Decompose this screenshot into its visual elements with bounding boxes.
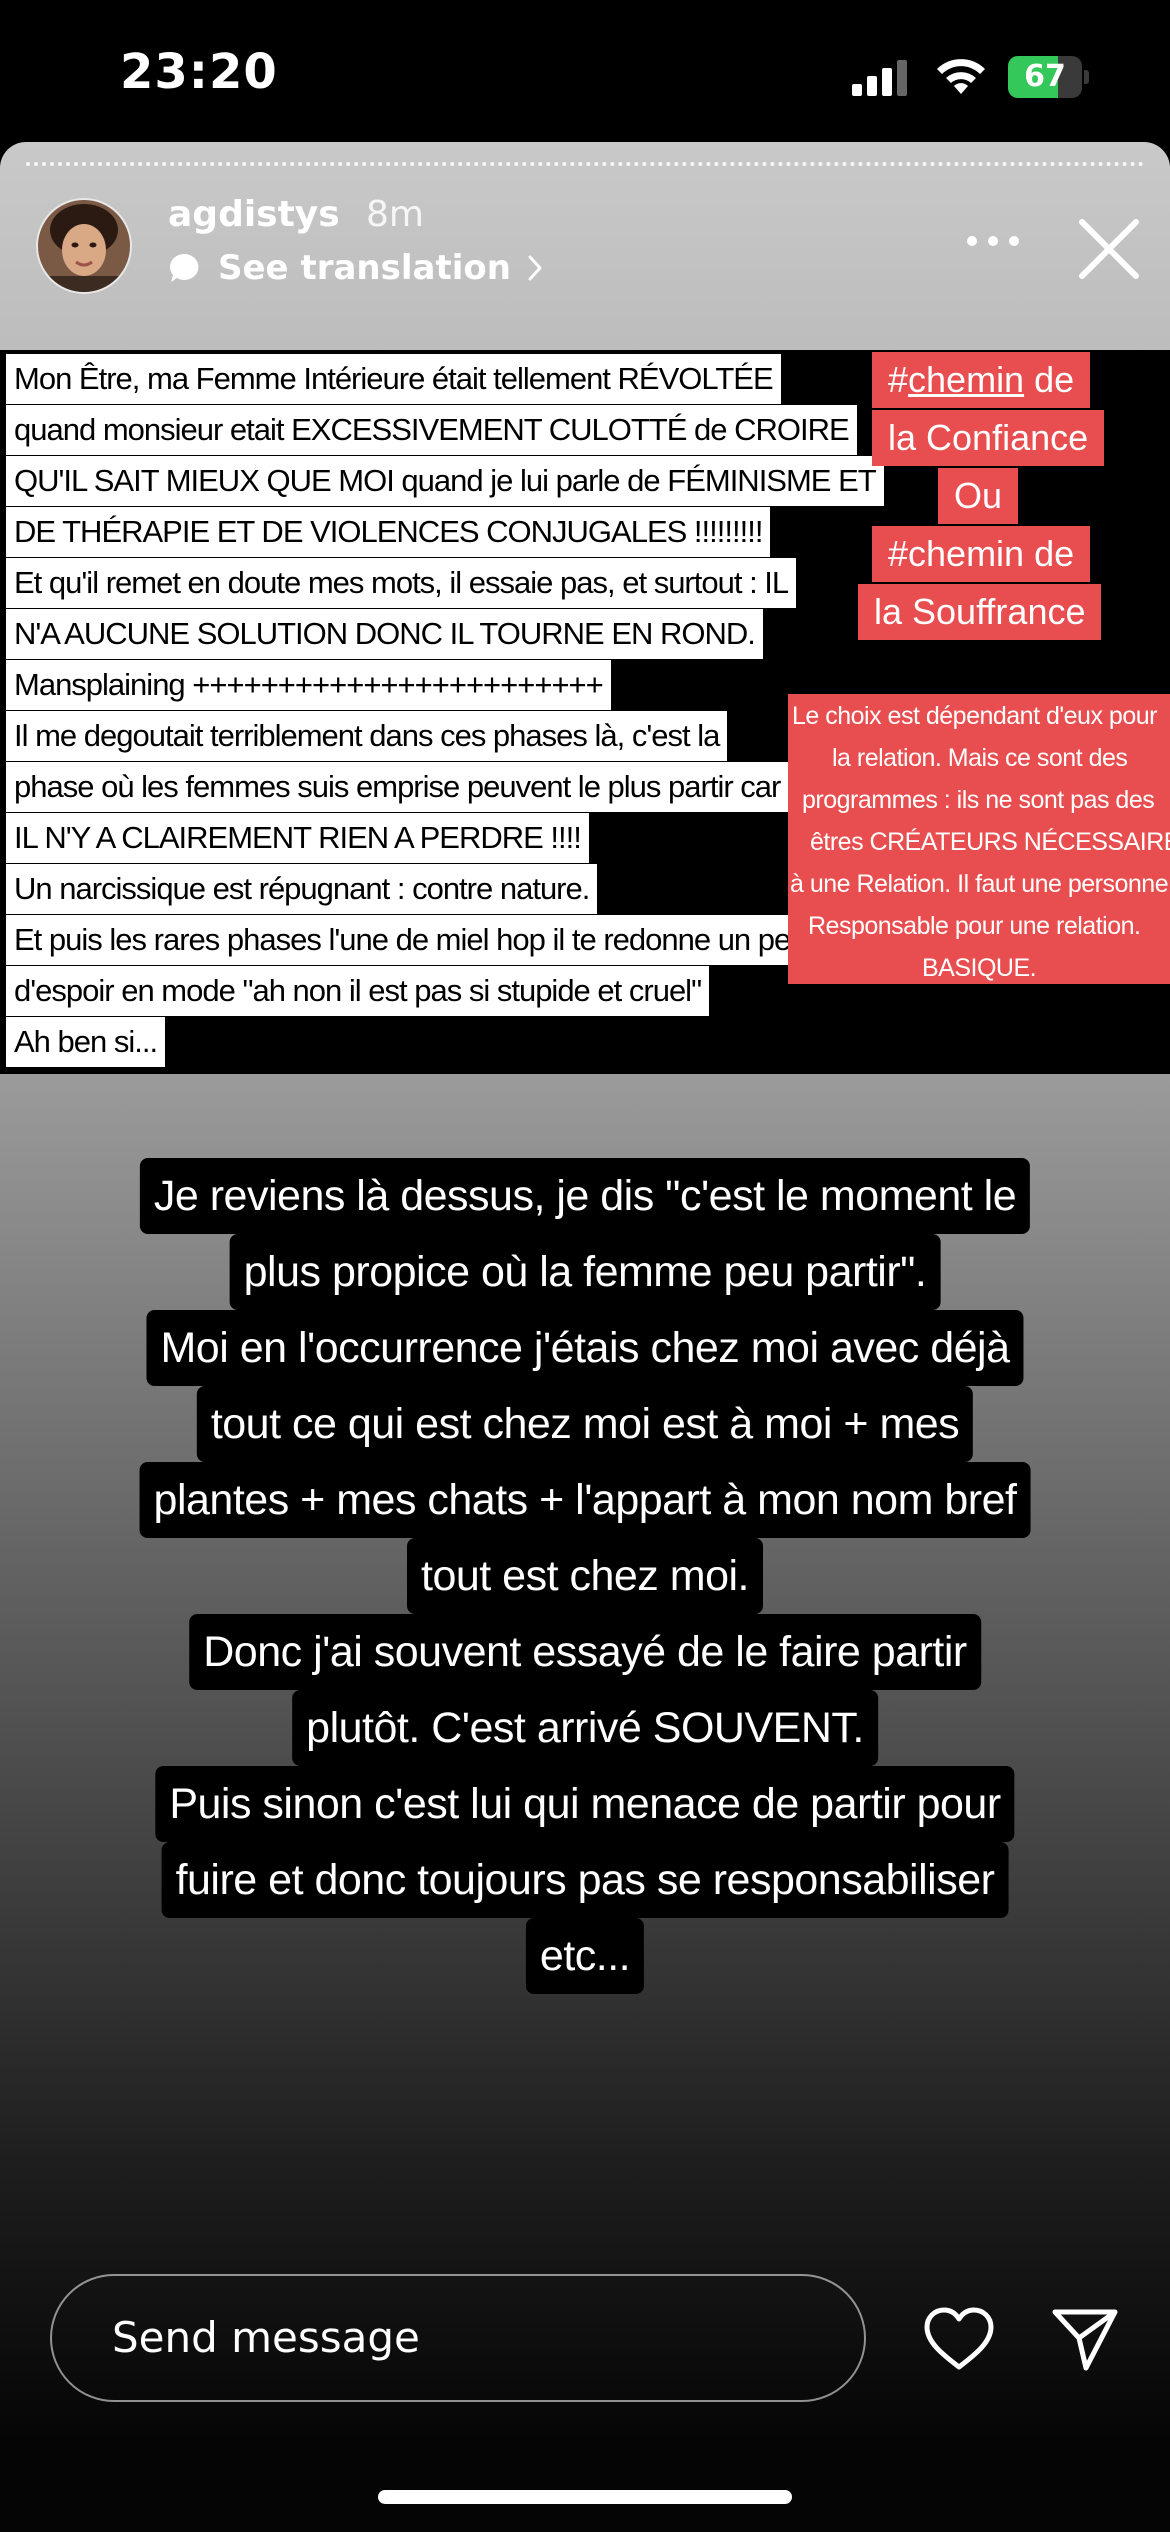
red-note-line: programmes : ils ne sont pas des: [802, 786, 1155, 814]
note-line: DE THÉRAPIE ET DE VIOLENCES CONJUGALES !…: [6, 507, 771, 557]
red-note-line: Responsable pour une relation.: [808, 912, 1141, 940]
chevron-right-icon: [528, 255, 542, 281]
caption-line: plantes + mes chats + l'appart à mon nom…: [139, 1462, 1031, 1538]
caption-line: Donc j'ai souvent essayé de le faire par…: [189, 1614, 981, 1690]
hashtag-line: #chemin de: [872, 526, 1091, 582]
caption-line: Moi en l'occurrence j'étais chez moi ave…: [146, 1310, 1024, 1386]
caption-line: Je reviens là dessus, je dis "c'est le m…: [139, 1158, 1031, 1234]
username[interactable]: agdistys: [168, 194, 340, 235]
story-viewer[interactable]: agdistys 8m See translation Mon Être, ma…: [0, 142, 1170, 2532]
hashtag-line: Ou: [938, 468, 1019, 524]
note-line: d'espoir en mode "ah non il est pas si s…: [6, 966, 710, 1016]
story-image: Mon Être, ma Femme Intérieure était tell…: [0, 350, 1170, 1074]
send-icon[interactable]: [1050, 2304, 1120, 2374]
hashtag-line: la Souffrance: [858, 584, 1102, 640]
story-progress-bar: [26, 162, 1144, 166]
see-translation-button[interactable]: See translation: [168, 246, 545, 290]
caption-line: tout est chez moi.: [407, 1538, 763, 1614]
red-note-line: êtres CRÉATEURS NÉCESSAIRE: [810, 828, 1170, 856]
note-line: Et qu'il remet en doute mes mots, il ess…: [6, 558, 797, 608]
red-note-box: Le choix est dépendant d'eux pour la rel…: [788, 694, 1170, 984]
note-line: IL N'Y A CLAIREMENT RIEN A PERDRE !!!!: [6, 813, 589, 863]
speech-bubble-icon: [170, 253, 199, 282]
note-line: Il me degoutait terriblement dans ces ph…: [6, 711, 728, 761]
caption-line: tout ce qui est chez moi est à moi + mes: [196, 1386, 974, 1462]
home-indicator: [378, 2490, 792, 2504]
send-message-input[interactable]: Send message: [50, 2274, 866, 2402]
note-line: Ah ben si...: [6, 1017, 166, 1067]
hashtag-line: #chemin de: [872, 352, 1091, 408]
red-note-line: la relation. Mais ce sont des: [832, 744, 1128, 772]
caption-line: etc...: [525, 1918, 645, 1994]
note-line: quand monsieur etait EXCESSIVEMENT CULOT…: [6, 405, 857, 455]
note-line: Un narcissique est répugnant : contre na…: [6, 864, 598, 914]
heart-icon[interactable]: [922, 2306, 996, 2372]
avatar[interactable]: [36, 198, 132, 294]
note-line: Mon Être, ma Femme Intérieure était tell…: [6, 354, 781, 404]
caption-line: Puis sinon c'est lui qui menace de parti…: [155, 1766, 1015, 1842]
note-line: QU'IL SAIT MIEUX QUE MOI quand je lui pa…: [6, 456, 884, 506]
note-line: phase où les femmes suis emprise peuvent…: [6, 762, 789, 812]
status-time: 23:20: [120, 44, 278, 100]
red-note-line: à une Relation. Il faut une personne: [790, 870, 1169, 898]
caption-line: plutôt. C'est arrivé SOUVENT.: [292, 1690, 878, 1766]
more-icon[interactable]: [960, 224, 1026, 258]
wifi-icon: [937, 59, 985, 94]
battery-icon: 67: [1008, 56, 1090, 98]
note-line: N'A AUCUNE SOLUTION DONC IL TOURNE EN RO…: [6, 609, 763, 659]
signal-icon: [852, 60, 907, 96]
story-timestamp: 8m: [366, 194, 424, 235]
caption-line: plus propice où la femme peu partir".: [229, 1234, 941, 1310]
hashtag-line: la Confiance: [872, 410, 1105, 466]
red-note-line: BASIQUE.: [922, 954, 1037, 982]
status-bar: 23:20 67: [0, 0, 1170, 140]
see-translation-label: See translation: [218, 248, 511, 288]
note-line: Et puis les rares phases l'une de miel h…: [6, 915, 815, 965]
send-message-placeholder: Send message: [112, 2313, 420, 2362]
note-line: Mansplaining ++++++++++++++++++++++++: [6, 660, 611, 710]
red-note-line: Le choix est dépendant d'eux pour: [792, 702, 1157, 730]
battery-percentage: 67: [1024, 59, 1066, 94]
caption-line: fuire et donc toujours pas se responsabi…: [161, 1842, 1009, 1918]
close-icon[interactable]: [1076, 216, 1142, 282]
